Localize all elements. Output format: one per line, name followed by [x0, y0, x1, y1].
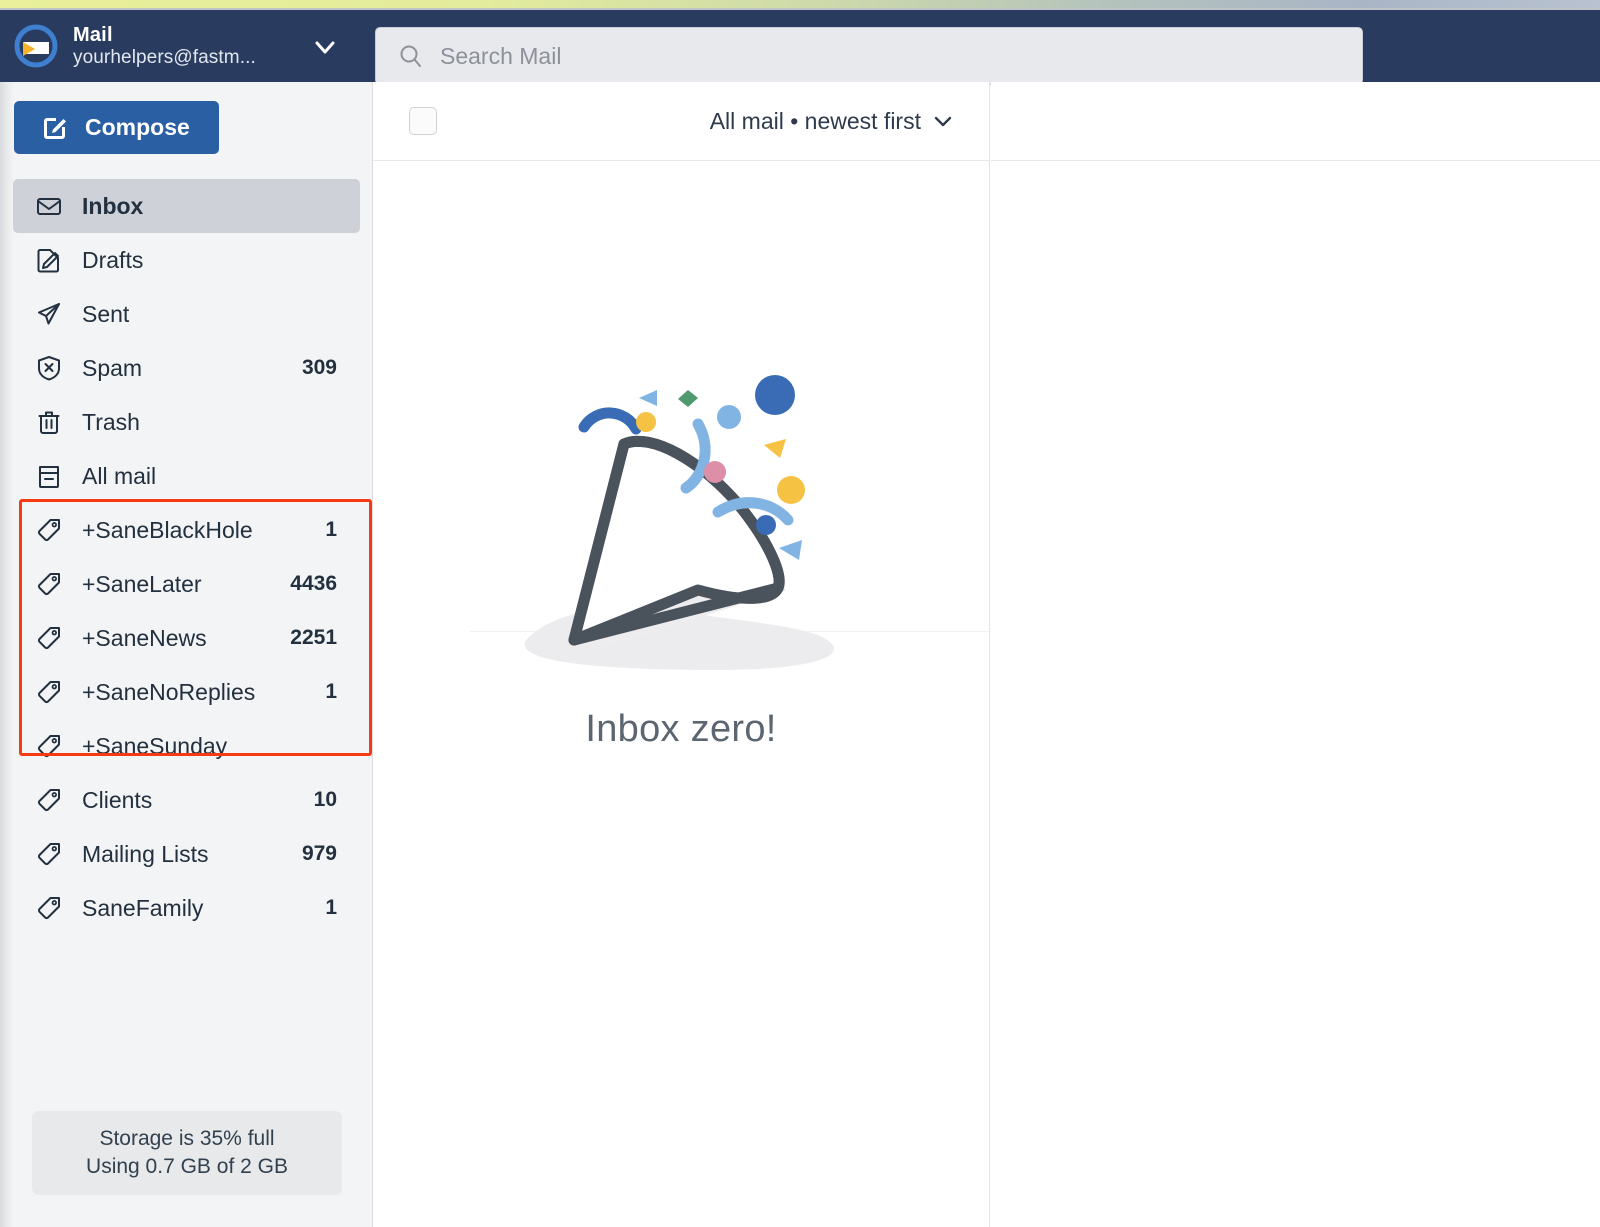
- search-input[interactable]: [440, 38, 1320, 74]
- sidebar-item-label: Mailing Lists: [82, 840, 209, 867]
- storage-percent-text: Storage is 35% full: [99, 1127, 275, 1150]
- sort-dropdown[interactable]: All mail • newest first: [710, 108, 954, 135]
- sidebar-item-inbox[interactable]: Inbox: [13, 179, 360, 233]
- fastmail-envelope-logo-icon: [13, 23, 59, 69]
- tag-icon: [35, 516, 63, 544]
- sidebar-item-drafts[interactable]: Drafts: [13, 233, 360, 287]
- sidebar-item-label: Trash: [82, 408, 140, 435]
- sidebar-item-label: +SaneBlackHole: [82, 516, 253, 543]
- sidebar-item-sane-black-hole[interactable]: +SaneBlackHole 1: [13, 503, 360, 557]
- tag-icon: [35, 894, 63, 922]
- sidebar-item-label: +SaneSunday: [82, 732, 228, 759]
- sidebar-item-count: 1: [325, 680, 337, 703]
- storage-indicator[interactable]: Storage is 35% full Using 0.7 GB of 2 GB: [32, 1111, 342, 1195]
- chevron-down-icon: [932, 110, 954, 132]
- storage-usage-text: Using 0.7 GB of 2 GB: [86, 1155, 288, 1178]
- party-popper-confetti-illustration-icon: [466, 352, 896, 682]
- select-all-checkbox[interactable]: [409, 107, 437, 135]
- sidebar-item-sane-family[interactable]: SaneFamily 1: [13, 881, 360, 935]
- sidebar-item-label: Inbox: [82, 192, 144, 219]
- sidebar-item-label: +SaneNews: [82, 624, 207, 651]
- sidebar-item-count: 2251: [290, 626, 337, 649]
- sidebar: Compose Inbox Drafts Sent Spam 309 Trash…: [0, 82, 373, 1227]
- sort-dropdown-label: All mail • newest first: [709, 107, 921, 134]
- sidebar-item-mailing-lists[interactable]: Mailing Lists 979: [13, 827, 360, 881]
- draft-icon: [35, 246, 63, 274]
- account-email: yourhelpers@fastm...: [73, 46, 256, 68]
- sidebar-item-label: SaneFamily: [82, 894, 204, 921]
- search-icon: [398, 43, 424, 69]
- tag-icon: [35, 678, 63, 706]
- sidebar-item-sane-sunday[interactable]: +SaneSunday: [13, 719, 360, 773]
- window-top-gradient-strip: [0, 0, 1600, 8]
- archive-icon: [35, 462, 63, 490]
- tag-icon: [35, 624, 63, 652]
- search-bar[interactable]: [375, 27, 1363, 85]
- sidebar-item-label: +SaneNoReplies: [82, 678, 256, 705]
- sidebar-item-count: 10: [313, 788, 337, 811]
- spam-shield-icon: [35, 354, 63, 382]
- brand-title: Mail: [73, 24, 113, 47]
- inbox-zero-empty-state: Inbox zero!: [373, 161, 989, 941]
- sidebar-item-count: 979: [301, 842, 337, 865]
- sidebar-item-count: 4436: [290, 572, 337, 595]
- account-switcher[interactable]: Mail yourhelpers@fastm...: [13, 20, 358, 72]
- empty-state-title: Inbox zero!: [585, 707, 777, 750]
- sidebar-item-label: +SaneLater: [82, 570, 202, 597]
- message-detail-toolbar: [991, 82, 1600, 161]
- compose-button[interactable]: Compose: [14, 101, 219, 154]
- mail-list-toolbar: All mail • newest first: [373, 82, 989, 161]
- tag-icon: [35, 840, 63, 868]
- compose-pencil-icon: [41, 114, 68, 141]
- sidebar-item-label: All mail: [82, 462, 157, 489]
- sent-icon: [35, 300, 63, 328]
- sidebar-item-label: Spam: [82, 354, 143, 381]
- inbox-icon: [35, 192, 63, 220]
- sidebar-item-sane-news[interactable]: +SaneNews 2251: [13, 611, 360, 665]
- sidebar-nav: Inbox Drafts Sent Spam 309 Trash All mai…: [0, 179, 373, 935]
- app-header: Mail yourhelpers@fastm...: [0, 10, 1600, 85]
- sidebar-item-spam[interactable]: Spam 309: [13, 341, 360, 395]
- sidebar-item-clients[interactable]: Clients 10: [13, 773, 360, 827]
- sidebar-item-count: 1: [325, 518, 337, 541]
- mail-list-column: All mail • newest first Inbox zero!: [373, 82, 994, 1227]
- tag-icon: [35, 732, 63, 760]
- sidebar-item-label: Sent: [82, 300, 130, 327]
- sidebar-item-label: Clients: [82, 786, 153, 813]
- chevron-down-icon[interactable]: [312, 34, 338, 60]
- sidebar-item-trash[interactable]: Trash: [13, 395, 360, 449]
- trash-icon: [35, 408, 63, 436]
- tag-icon: [35, 786, 63, 814]
- tag-icon: [35, 570, 63, 598]
- sidebar-item-count: 1: [325, 896, 337, 919]
- sidebar-item-sent[interactable]: Sent: [13, 287, 360, 341]
- sidebar-item-all-mail[interactable]: All mail: [13, 449, 360, 503]
- compose-button-label: Compose: [85, 114, 190, 140]
- app-window: Mail yourhelpers@fastm... Search Mail Co…: [0, 0, 1600, 1227]
- sidebar-item-label: Drafts: [82, 246, 144, 273]
- sidebar-item-sane-no-replies[interactable]: +SaneNoReplies 1: [13, 665, 360, 719]
- sidebar-item-sane-later[interactable]: +SaneLater 4436: [13, 557, 360, 611]
- message-detail-column: [991, 82, 1600, 1227]
- sidebar-item-count: 309: [301, 356, 337, 379]
